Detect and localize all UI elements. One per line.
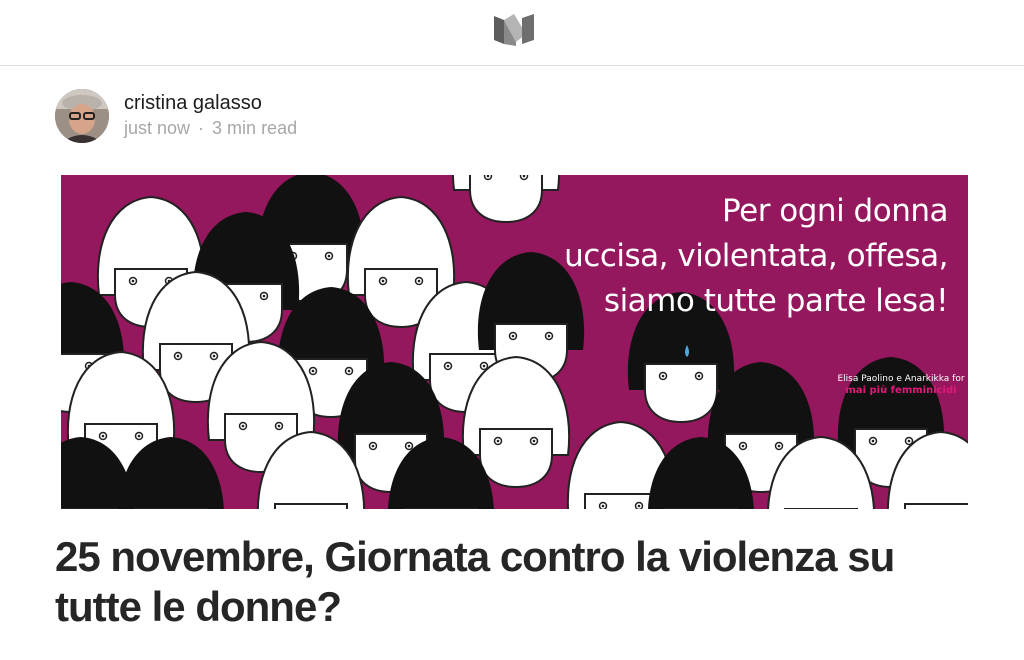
top-bar [0,0,1024,66]
post-timestamp: just now [124,118,191,138]
medium-logo-icon[interactable] [492,12,536,46]
credit-line: Elisa Paolino e Anarkikka for [837,374,965,384]
read-time: 3 min read [212,118,298,138]
hero-image[interactable]: Per ogni donna uccisa, violentata, offes… [61,175,968,509]
post-meta: just now · 3 min read [124,118,297,139]
hero-credit: Elisa Paolino e Anarkikka for mai più fe… [821,373,968,397]
post-title[interactable]: 25 novembre, Giornata contro la violenza… [55,532,955,632]
author-name[interactable]: cristina galasso [124,92,262,115]
author-avatar[interactable] [55,89,109,143]
meta-separator: · [198,118,205,138]
hero-line-1: Per ogni donna [722,193,948,229]
credit-brand: mai più femminicidi [845,385,957,396]
hero-line-2: uccisa, violentata, offesa, [564,238,948,274]
hero-line-3: siamo tutte parte lesa! [603,283,949,319]
hero-slogan: Per ogni donna uccisa, violentata, offes… [528,189,948,324]
author-block: cristina galasso just now · 3 min read [55,89,455,145]
